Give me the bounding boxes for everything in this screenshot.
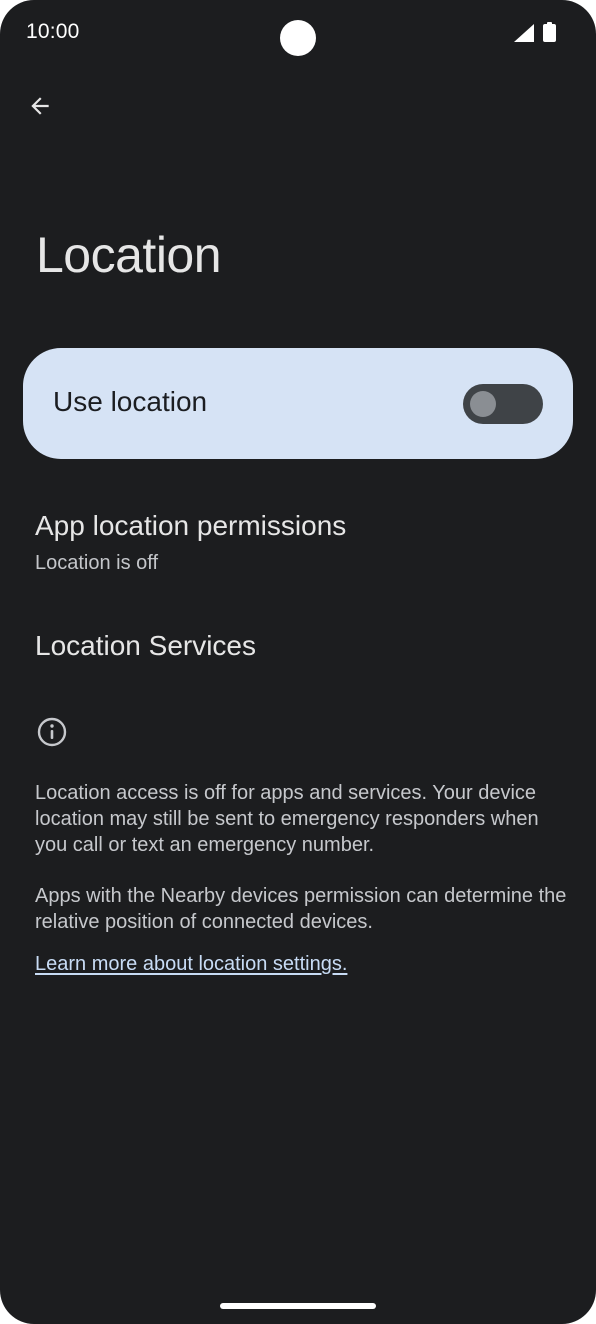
back-button[interactable] — [18, 84, 62, 128]
footer-paragraph: Apps with the Nearby devices permission … — [35, 885, 567, 933]
toggle-thumb — [470, 391, 496, 417]
pref-summary: Location is off — [35, 552, 159, 574]
app-location-permissions-item[interactable]: App location permissions Location is off — [0, 498, 596, 594]
camera-cutout — [280, 20, 316, 56]
learn-more-link[interactable]: Learn more about location settings. — [35, 953, 347, 976]
status-time: 10:00 — [26, 20, 80, 43]
signal-icon — [514, 24, 534, 42]
pref-title: Location Services — [35, 630, 257, 661]
use-location-switch-bar[interactable]: Use location — [23, 348, 573, 459]
gesture-nav-handle[interactable] — [220, 1303, 376, 1309]
settings-screen: 10:00 Location Use location App location… — [0, 0, 596, 1324]
page-title: Location — [36, 227, 222, 283]
location-services-item[interactable]: Location Services — [0, 612, 596, 682]
use-location-toggle[interactable] — [463, 384, 543, 424]
info-icon — [37, 717, 67, 747]
status-bar: 10:00 — [0, 0, 596, 64]
use-location-label: Use location — [53, 386, 208, 417]
arrow-back-icon — [31, 97, 49, 115]
pref-title: App location permissions — [35, 510, 347, 541]
battery-icon — [543, 22, 556, 42]
footer-paragraph: Location access is off for apps and serv… — [35, 782, 539, 856]
